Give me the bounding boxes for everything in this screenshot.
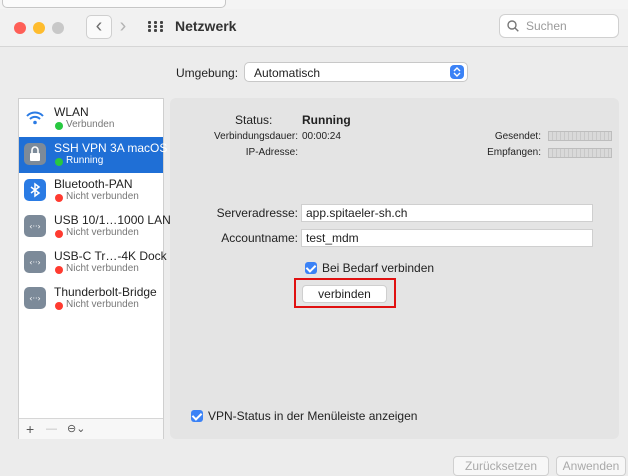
service-status: Nicht verbunden (66, 191, 139, 202)
status-dot (55, 302, 63, 310)
server-address-label: Serveradresse: (216, 206, 298, 220)
status-value: Running (302, 113, 351, 127)
status-label: Status: (235, 113, 273, 127)
service-item-ssh-vpn[interactable]: SSH VPN 3A macOS Running (19, 137, 167, 173)
service-status: Running (66, 155, 104, 166)
service-list: WLAN Verbunden SSH VPN 3A macOS Running … (18, 98, 171, 439)
service-name: Thunderbolt-Bridge (54, 285, 157, 299)
ethernet-icon: ‹··› (24, 215, 46, 237)
minimize-button[interactable] (33, 22, 45, 34)
on-demand-checkbox[interactable] (305, 262, 317, 274)
window-title: Netzwerk (175, 18, 237, 34)
account-name-label: Accountname: (221, 231, 298, 245)
status-dot (55, 158, 63, 166)
service-status: Nicht verbunden (66, 227, 139, 238)
service-status: Nicht verbunden (66, 299, 139, 310)
bluetooth-icon (24, 179, 46, 201)
close-button[interactable] (14, 22, 26, 34)
back-button[interactable]: ‹ (86, 15, 112, 39)
received-label: Empfangen: (487, 147, 541, 158)
search-icon (507, 20, 519, 32)
duration-value: 00:00:24 (302, 131, 341, 142)
ethernet-icon: ‹··› (24, 251, 46, 273)
received-meter (548, 148, 612, 158)
show-vpn-status-checkbox[interactable] (191, 410, 203, 422)
service-item-usb-c-dock[interactable]: ‹··› USB-C Tr…-4K Dock Nicht verbunden (19, 245, 167, 281)
svg-text:‹··›: ‹··› (29, 222, 40, 231)
location-label: Umgebung: (176, 66, 239, 80)
service-name: Bluetooth-PAN (54, 177, 133, 191)
server-address-field[interactable] (301, 204, 593, 222)
show-vpn-status-label: VPN-Status in der Menüleiste anzeigen (208, 409, 418, 423)
service-name: WLAN (54, 105, 89, 119)
ip-address-label: IP-Adresse: (245, 147, 298, 158)
svg-text:‹··›: ‹··› (29, 258, 40, 267)
location-value: Automatisch (254, 66, 321, 80)
service-item-wlan[interactable]: WLAN Verbunden (19, 101, 163, 137)
service-status: Nicht verbunden (66, 263, 139, 274)
service-item-bluetooth-pan[interactable]: Bluetooth-PAN Nicht verbunden (19, 173, 163, 209)
connect-button[interactable]: verbinden (302, 285, 387, 303)
chevron-right-icon: › (119, 15, 127, 37)
status-dot (55, 230, 63, 238)
service-name: SSH VPN 3A macOS (54, 141, 168, 155)
svg-text:‹··›: ‹··› (29, 294, 40, 303)
show-all-grid-icon[interactable] (148, 21, 164, 33)
updown-chevron-icon (450, 65, 464, 79)
reset-button[interactable]: Zurücksetzen (453, 456, 549, 476)
service-actions-button[interactable]: ⊖⌄ (67, 421, 85, 437)
sent-meter (548, 131, 612, 141)
chevron-left-icon: ‹ (95, 15, 103, 37)
service-status: Verbunden (66, 119, 115, 130)
background-window-edge (2, 0, 226, 8)
status-dot (55, 194, 63, 202)
sent-label: Gesendet: (494, 131, 541, 142)
search-field[interactable] (499, 14, 619, 38)
duration-label: Verbindungsdauer: (214, 131, 298, 142)
remove-service-button[interactable]: — (46, 421, 57, 437)
search-input[interactable] (526, 19, 614, 33)
account-name-field[interactable] (301, 229, 593, 247)
forward-button[interactable]: › (116, 16, 130, 36)
wifi-icon (24, 107, 46, 129)
title-bar: ‹ › Netzwerk (0, 9, 628, 47)
service-name: USB 10/1…1000 LAN (54, 213, 171, 227)
service-item-thunderbolt-bridge[interactable]: ‹··› Thunderbolt-Bridge Nicht verbunden (19, 281, 163, 317)
location-select[interactable]: Automatisch (244, 62, 468, 82)
service-item-usb-lan[interactable]: ‹··› USB 10/1…1000 LAN Nicht verbunden (19, 209, 171, 245)
ethernet-icon: ‹··› (24, 287, 46, 309)
service-list-toolbar: + — ⊖⌄ (19, 418, 163, 439)
lock-icon (24, 143, 46, 165)
on-demand-label: Bei Bedarf verbinden (322, 261, 435, 275)
add-service-button[interactable]: + (26, 421, 34, 437)
zoom-button[interactable] (52, 22, 64, 34)
service-name: USB-C Tr…-4K Dock (54, 249, 167, 263)
apply-button[interactable]: Anwenden (556, 456, 626, 476)
status-dot (55, 122, 63, 130)
status-dot (55, 266, 63, 274)
